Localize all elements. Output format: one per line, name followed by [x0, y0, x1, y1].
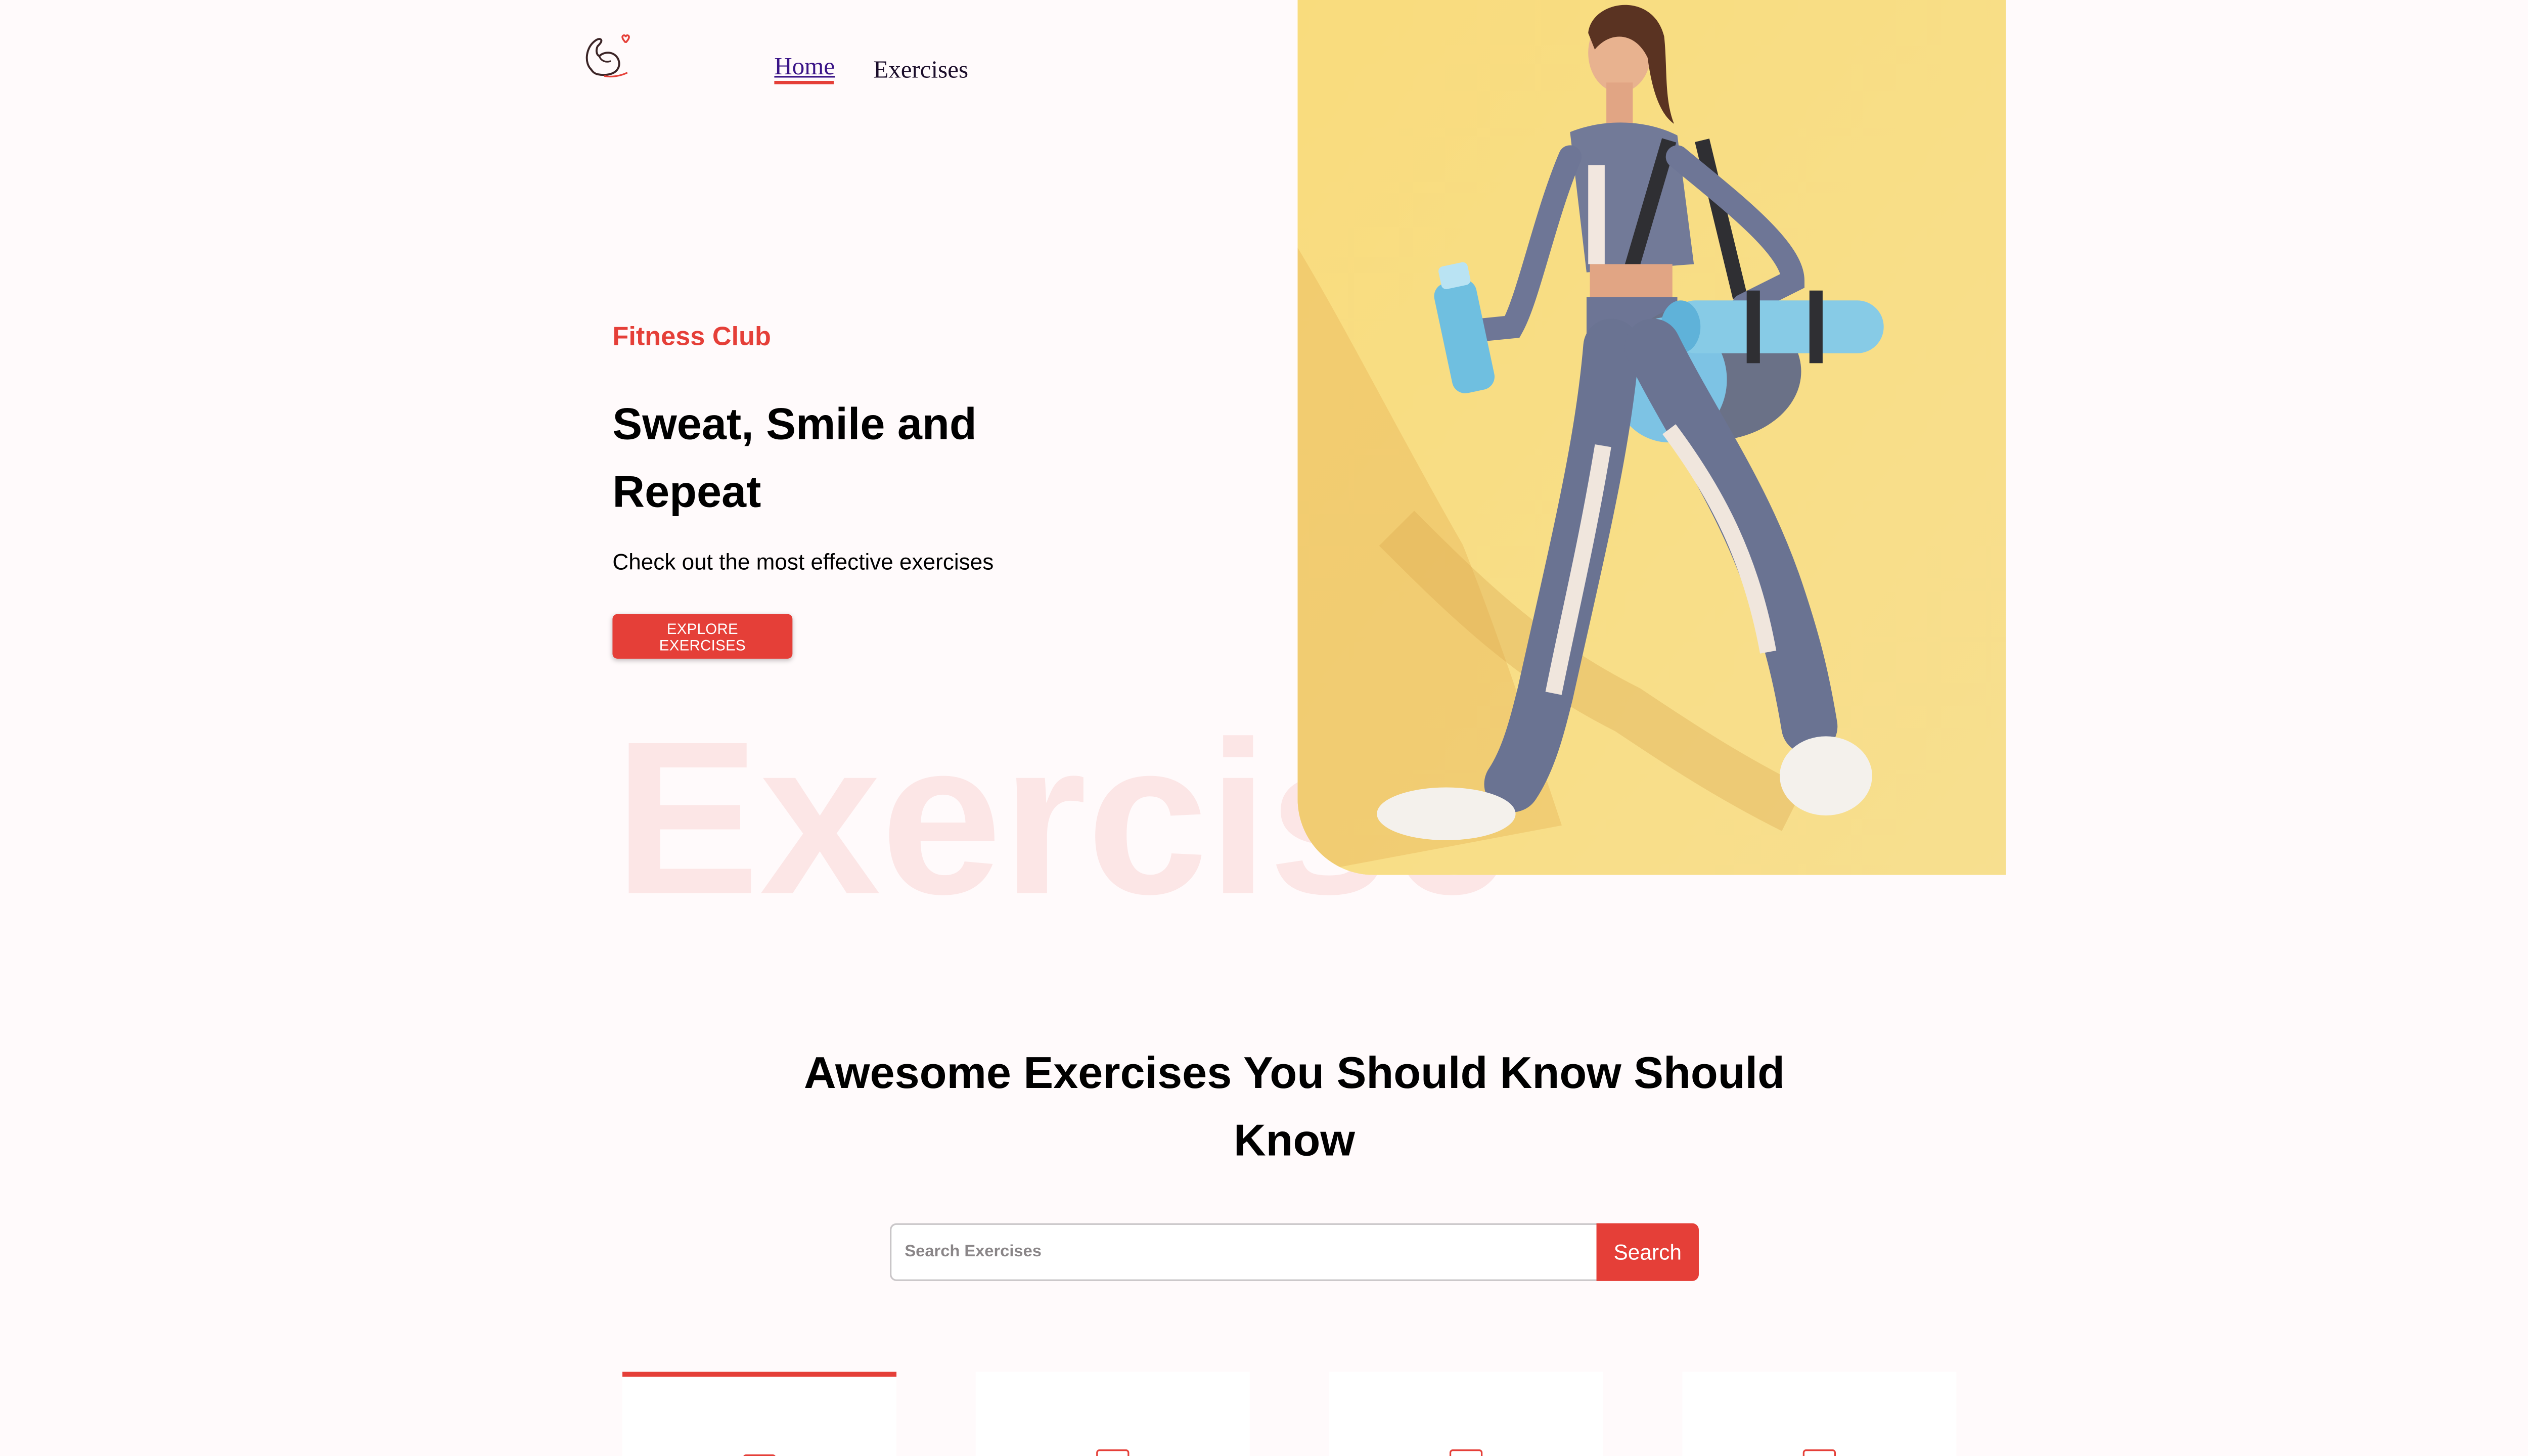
search-input[interactable]	[889, 1223, 1600, 1281]
category-card[interactable]	[1329, 1372, 1603, 1456]
flexed-arm-heart-icon[interactable]	[581, 30, 634, 82]
hero-title: Sweat, Smile and Repeat	[612, 399, 977, 517]
gym-icon	[1096, 1449, 1130, 1456]
gym-icon	[1449, 1449, 1483, 1456]
section-title: Awesome Exercises You Should Know Should…	[803, 1048, 1785, 1166]
page: Home Exercises Exercise Fitness Club Swe…	[0, 0, 2528, 1456]
nav-link-home[interactable]: Home	[774, 55, 835, 83]
nav-active-indicator	[774, 80, 834, 84]
search-button[interactable]: Search	[1596, 1223, 1699, 1281]
hero-image	[1297, 0, 2006, 875]
search-bar: Search	[889, 1223, 1699, 1281]
hero-tagline: Fitness Club	[612, 323, 771, 352]
category-card[interactable]	[1682, 1372, 1957, 1456]
nav-link-exercises[interactable]: Exercises	[873, 58, 968, 86]
hero-subtitle: Check out the most effective exercises	[612, 550, 994, 575]
category-card[interactable]	[622, 1372, 897, 1456]
explore-exercises-button[interactable]: Explore Exercises	[612, 614, 793, 659]
category-card[interactable]	[975, 1372, 1250, 1456]
gym-icon	[1802, 1449, 1836, 1456]
